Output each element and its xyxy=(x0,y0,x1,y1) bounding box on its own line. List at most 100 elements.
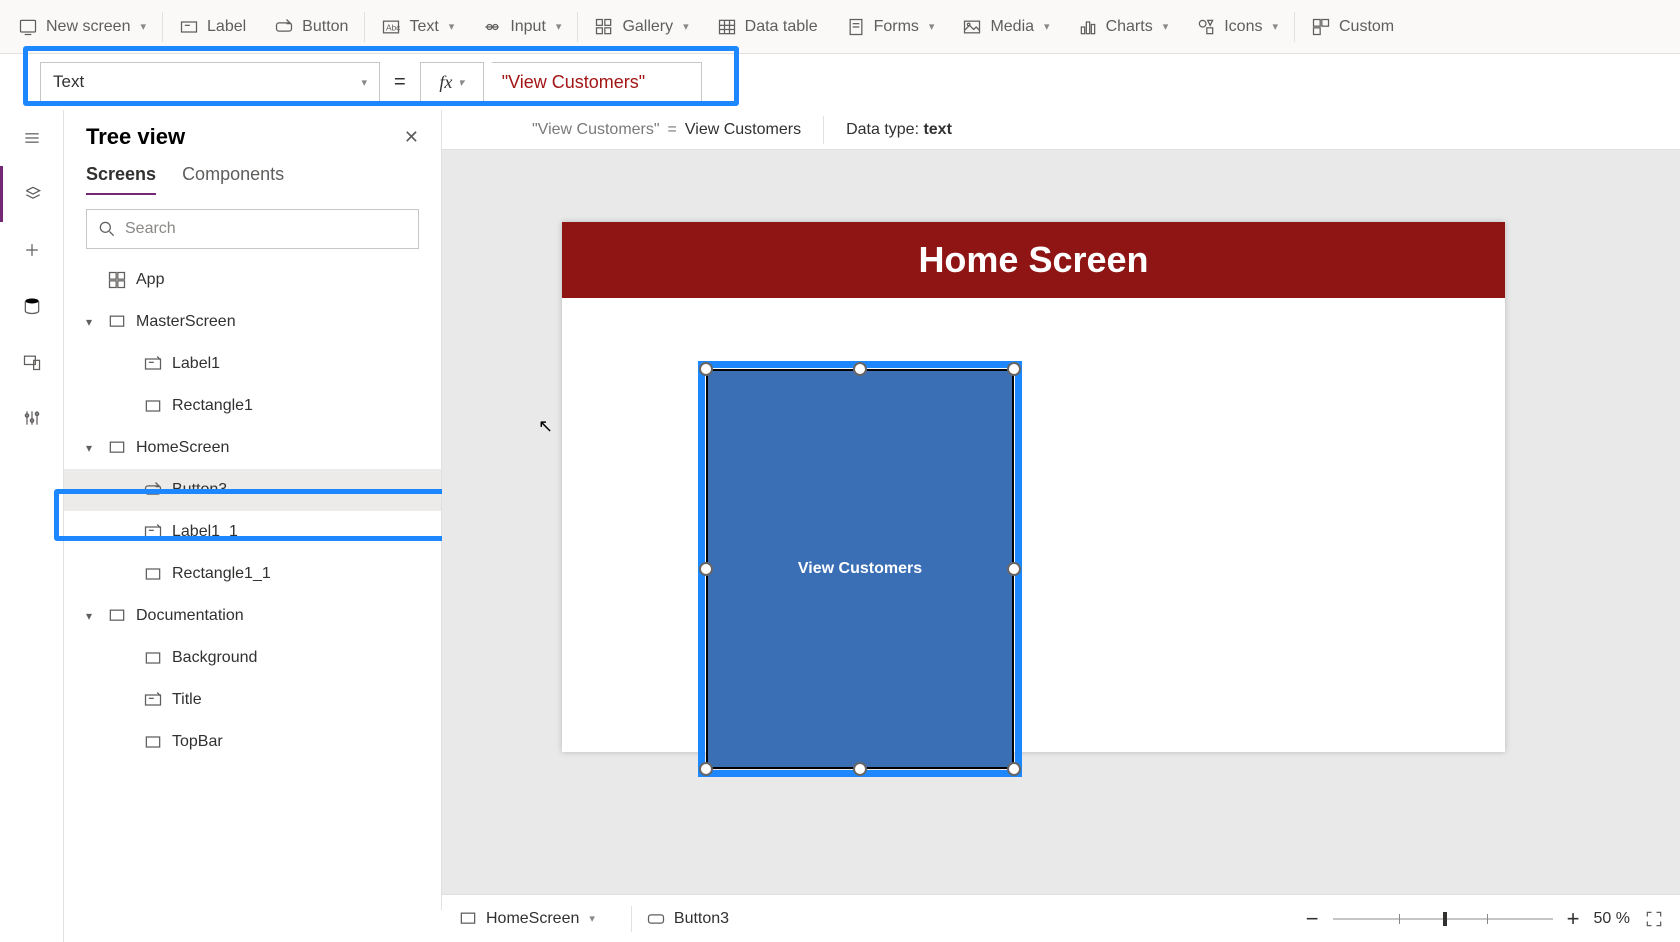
zoom-value: 50 % xyxy=(1594,910,1630,928)
gallery-icon xyxy=(594,17,614,37)
canvas-button[interactable]: View Customers xyxy=(706,369,1014,769)
zoom-slider[interactable] xyxy=(1333,918,1553,920)
canvas-area: Home Screen View Customers ↖ xyxy=(442,150,1680,910)
media-rail-button[interactable] xyxy=(0,334,64,390)
tab-screens[interactable]: Screens xyxy=(86,164,156,195)
breadcrumb-screen[interactable]: HomeScreen ▾ xyxy=(458,909,595,929)
input-button[interactable]: Input ▾ xyxy=(468,0,575,53)
canvas-screen[interactable]: Home Screen View Customers xyxy=(562,222,1505,752)
charts-icon xyxy=(1078,17,1098,37)
selected-control[interactable]: View Customers xyxy=(706,369,1014,769)
chevron-down-icon[interactable]: ▾ xyxy=(86,315,106,329)
text-icon: Abc xyxy=(381,17,401,37)
bottom-bar: HomeScreen ▾ Button3 − + 50 % xyxy=(442,894,1680,942)
button-button[interactable]: Button xyxy=(260,0,362,53)
insert-button[interactable] xyxy=(0,222,64,278)
resize-handle[interactable] xyxy=(853,362,867,376)
data-type-label: Data type: text xyxy=(846,121,952,139)
label-button[interactable]: Label xyxy=(165,0,260,53)
screen-icon xyxy=(106,312,128,332)
data-table-button[interactable]: Data table xyxy=(703,0,832,53)
breadcrumb-control[interactable]: Button3 xyxy=(646,909,729,929)
media-button[interactable]: Media ▾ xyxy=(948,0,1063,53)
settings-rail-button[interactable] xyxy=(0,390,64,446)
equals-sign: = xyxy=(394,71,406,94)
left-rail xyxy=(0,110,64,942)
tree-item-label1[interactable]: Label1 xyxy=(64,343,441,385)
formula-input[interactable]: "View Customers" xyxy=(492,62,702,102)
resize-handle[interactable] xyxy=(1007,362,1021,376)
rect-icon xyxy=(142,648,164,668)
fullscreen-icon[interactable] xyxy=(1644,909,1664,929)
zoom-out-button[interactable]: − xyxy=(1306,906,1319,932)
canvas-header: Home Screen xyxy=(562,222,1505,298)
database-icon xyxy=(22,296,42,316)
close-icon[interactable]: ✕ xyxy=(404,127,419,148)
gallery-button[interactable]: Gallery ▾ xyxy=(580,0,702,53)
tree-item-app[interactable]: App xyxy=(64,259,441,301)
chevron-down-icon: ▾ xyxy=(556,20,562,33)
tree-title: Tree view xyxy=(86,124,185,150)
chevron-down-icon: ▾ xyxy=(589,912,595,925)
separator xyxy=(364,12,365,42)
screen-icon xyxy=(106,606,128,626)
tree-item-rectangle1[interactable]: Rectangle1 xyxy=(64,385,441,427)
cursor-icon: ↖ xyxy=(538,416,553,437)
chevron-down-icon[interactable]: ▾ xyxy=(86,609,106,623)
tree-item-title[interactable]: Title xyxy=(64,679,441,721)
media-icon xyxy=(962,17,982,37)
devices-icon xyxy=(22,352,42,372)
hamburger-icon xyxy=(22,128,42,148)
chevron-down-icon[interactable]: ▾ xyxy=(86,441,106,455)
tree-item-label1_1[interactable]: Label1_1 xyxy=(64,511,441,553)
tree-item-rectangle1_1[interactable]: Rectangle1_1 xyxy=(64,553,441,595)
layers-icon xyxy=(23,184,43,204)
tree-item-homescreen[interactable]: ▾HomeScreen xyxy=(64,427,441,469)
label-icon xyxy=(142,690,164,710)
resize-handle[interactable] xyxy=(699,562,713,576)
tree-list: App▾MasterScreenLabel1Rectangle1▾HomeScr… xyxy=(64,259,441,910)
resize-handle[interactable] xyxy=(699,762,713,776)
tree-view-button[interactable] xyxy=(0,166,64,222)
charts-button[interactable]: Charts ▾ xyxy=(1064,0,1183,53)
custom-icon xyxy=(1311,17,1331,37)
separator xyxy=(631,906,632,932)
eval-eq: = xyxy=(668,121,677,139)
data-button[interactable] xyxy=(0,278,64,334)
custom-button[interactable]: Custom xyxy=(1297,0,1408,53)
tree-item-button3[interactable]: Button3⋯ xyxy=(64,469,441,511)
resize-handle[interactable] xyxy=(1007,562,1021,576)
forms-button[interactable]: Forms ▾ xyxy=(832,0,949,53)
chevron-down-icon: ▾ xyxy=(1163,20,1169,33)
eval-lhs: "View Customers" xyxy=(532,121,660,139)
label-icon xyxy=(179,17,199,37)
resize-handle[interactable] xyxy=(853,762,867,776)
hamburger-button[interactable] xyxy=(0,110,64,166)
tree-item-documentation[interactable]: ▾Documentation xyxy=(64,595,441,637)
rect-icon xyxy=(142,396,164,416)
sliders-icon xyxy=(22,408,42,428)
property-dropdown[interactable]: Text ▾ xyxy=(40,62,380,102)
text-button[interactable]: Abc Text ▾ xyxy=(367,0,468,53)
fx-button[interactable]: fx ▾ xyxy=(420,62,484,102)
resize-handle[interactable] xyxy=(1007,762,1021,776)
screen-icon xyxy=(458,909,478,929)
new-screen-button[interactable]: New screen ▾ xyxy=(4,0,160,53)
zoom-thumb[interactable] xyxy=(1443,912,1447,926)
tab-components[interactable]: Components xyxy=(182,164,284,195)
resize-handle[interactable] xyxy=(699,362,713,376)
app-icon xyxy=(106,270,128,290)
chevron-down-icon: ▾ xyxy=(929,20,935,33)
tree-item-background[interactable]: Background xyxy=(64,637,441,679)
chevron-down-icon: ▾ xyxy=(361,76,367,89)
separator xyxy=(162,12,163,42)
separator xyxy=(577,12,578,42)
tree-search[interactable]: Search xyxy=(86,209,419,249)
zoom-in-button[interactable]: + xyxy=(1567,906,1580,932)
tree-item-masterscreen[interactable]: ▾MasterScreen xyxy=(64,301,441,343)
separator xyxy=(1294,12,1295,42)
icons-button[interactable]: Icons ▾ xyxy=(1182,0,1292,53)
more-icon[interactable]: ⋯ xyxy=(411,480,431,501)
eval-rhs: View Customers xyxy=(685,121,801,139)
tree-item-topbar[interactable]: TopBar xyxy=(64,721,441,763)
